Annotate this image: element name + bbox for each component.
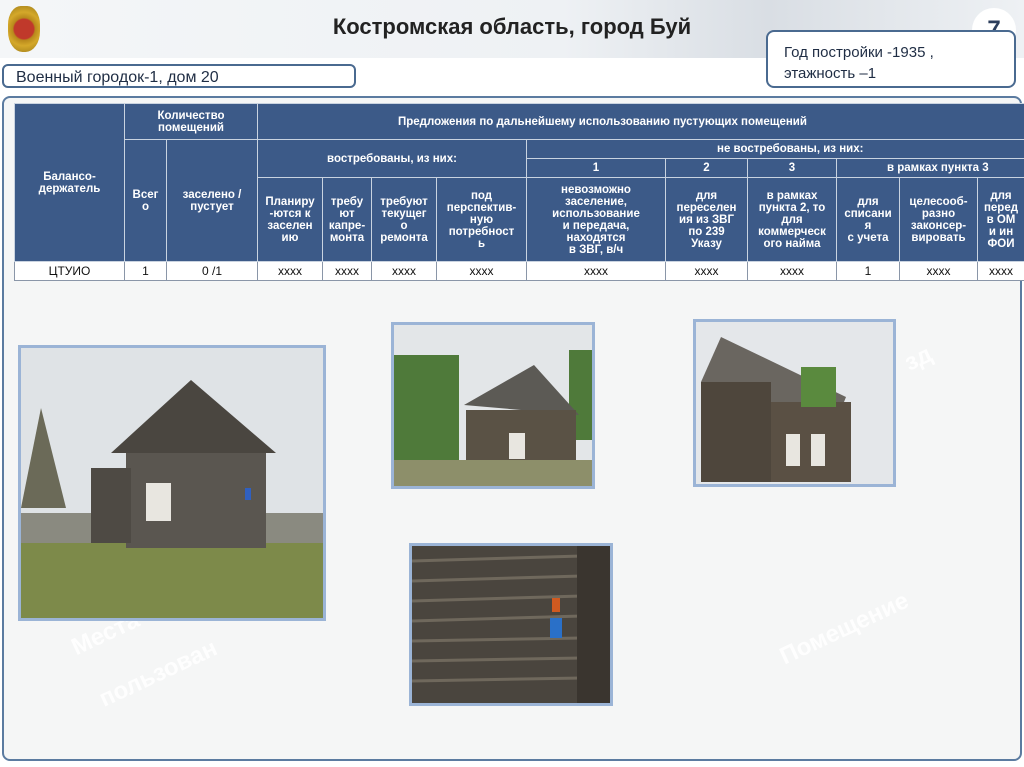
col-header: для переселен ия из ЗВГ по 239 Указу: [665, 177, 748, 262]
cell: xxxx: [977, 261, 1024, 281]
cell: xxxx: [257, 261, 323, 281]
header-n1: 1: [526, 158, 666, 178]
address-label: Военный городок-1, дом 20: [2, 64, 356, 88]
cell: xxxx: [322, 261, 372, 281]
wall-photo-closeup: [409, 543, 613, 706]
col-header: под перспектив- ную потребност ь: [436, 177, 527, 262]
col-header: требуют текущег о ремонта: [371, 177, 437, 262]
header-occupied: заселено / пустует: [166, 139, 258, 262]
build-year: Год постройки -1935 ,: [784, 44, 934, 61]
house-photo-corner: [693, 319, 896, 487]
cell: xxxx: [747, 261, 837, 281]
header-holder: Балансо- держатель: [14, 103, 125, 262]
cell: ЦТУИО: [14, 261, 125, 281]
header-n3: 3: [747, 158, 837, 178]
header-demanded: востребованы, из них:: [257, 139, 527, 178]
building-info: Год постройки -1935 , этажность –1: [766, 30, 1016, 88]
house-photo-side: [391, 322, 595, 489]
header-proposals: Предложения по дальнейшему использованию…: [257, 103, 1024, 140]
header-n2: 2: [665, 158, 748, 178]
col-header: невозможно заселение, использование и пе…: [526, 177, 666, 262]
col-header: целесооб- разно законсер- вировать: [899, 177, 978, 262]
house-photo-front: [18, 345, 326, 621]
table-row: ЦТУИО 1 0 /1 xxxx xxxx xxxx xxxx xxxx xx…: [14, 261, 1024, 281]
cell: xxxx: [665, 261, 748, 281]
premises-table: Балансо- держатель Количество помещений …: [14, 103, 1024, 281]
col-header: для перед в ОМ и ин ФОИ: [977, 177, 1024, 262]
cell: xxxx: [436, 261, 527, 281]
col-header: Планиру -ются к заселен ию: [257, 177, 323, 262]
col-header: в рамках пункта 2, то для коммерческ ого…: [747, 177, 837, 262]
cell: xxxx: [526, 261, 666, 281]
header-count: Количество помещений: [124, 103, 258, 140]
cell: 1: [124, 261, 167, 281]
cell: xxxx: [371, 261, 437, 281]
col-header: требу ют капре- монта: [322, 177, 372, 262]
header-within3: в рамках пункта 3: [836, 158, 1024, 178]
header-total: Всег о: [124, 139, 167, 262]
cell: 0 /1: [166, 261, 258, 281]
floors: этажность –1: [784, 65, 877, 82]
header-not-demanded: не востребованы, из них:: [526, 139, 1024, 159]
cell: xxxx: [899, 261, 978, 281]
cell: 1: [836, 261, 900, 281]
col-header: для списани я с учета: [836, 177, 900, 262]
